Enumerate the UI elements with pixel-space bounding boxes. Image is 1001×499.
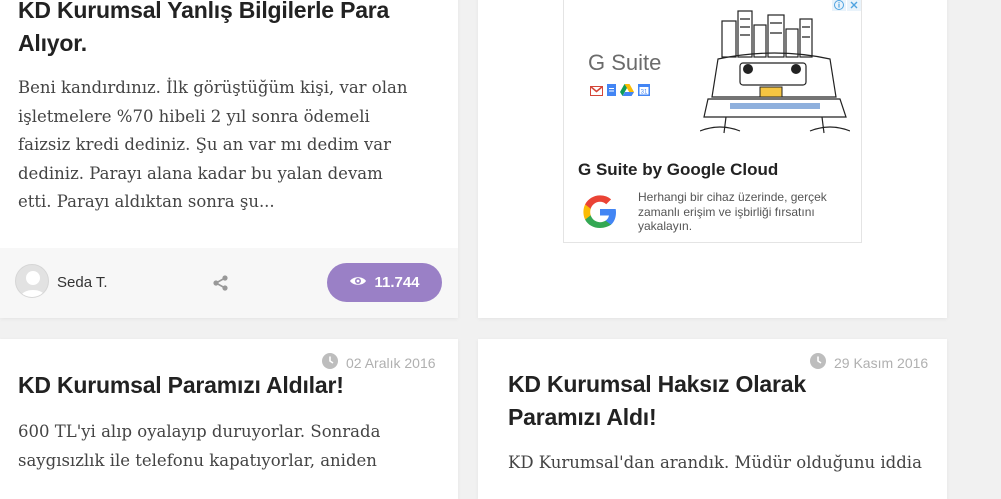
- views-badge[interactable]: 11.744: [327, 263, 442, 302]
- post-excerpt: KD Kurumsal'dan arandık. Müdür olduğunu …: [508, 453, 922, 472]
- svg-text:31: 31: [641, 90, 648, 96]
- ad-description: Herhangi bir cihaz üzerinde, gerçek zama…: [638, 190, 827, 233]
- illustration-icon: [699, 7, 851, 142]
- avatar[interactable]: [15, 264, 49, 298]
- ad-title[interactable]: G Suite by Google Cloud: [578, 160, 778, 180]
- post-date: 29 Kasım 2016: [810, 353, 928, 372]
- calendar-icon: 31: [638, 83, 650, 101]
- post-title[interactable]: KD Kurumsal Haksız Olarak Paramızı Aldı!: [508, 368, 868, 434]
- ad-brand: G Suite: [588, 50, 662, 75]
- post-footer: Seda T. 11.744: [0, 248, 458, 318]
- gsuite-app-icons: 31: [589, 83, 650, 101]
- clock-icon: [322, 353, 338, 372]
- post-excerpt: 600 TL'yi alıp oyalayıp duruyorlar. Sonr…: [18, 422, 381, 470]
- google-g-icon: [580, 192, 620, 237]
- views-count: 11.744: [374, 274, 420, 291]
- eye-icon: [349, 274, 367, 291]
- docs-icon: [607, 83, 616, 101]
- drive-icon: [620, 83, 634, 101]
- date-text: 02 Aralık 2016: [346, 354, 436, 371]
- share-icon[interactable]: [212, 274, 230, 292]
- google-ad[interactable]: G Suite 31 G Suite by Google Cloud Herha…: [563, 0, 862, 243]
- clock-icon: [810, 353, 826, 372]
- post-date: 02 Aralık 2016: [322, 353, 436, 372]
- post-title[interactable]: KD Kurumsal Paramızı Aldılar!: [18, 369, 438, 402]
- post-card: KD Kurumsal Yanlış Bilgilerle Para Alıyo…: [0, 0, 458, 318]
- post-excerpt: Beni kandırdınız. İlk görüştüğüm kişi, v…: [18, 78, 408, 211]
- date-text: 29 Kasım 2016: [834, 354, 929, 371]
- gmail-icon: [589, 83, 604, 101]
- author-name[interactable]: Seda T.: [57, 274, 108, 291]
- post-title[interactable]: KD Kurumsal Yanlış Bilgilerle Para Alıyo…: [18, 0, 438, 60]
